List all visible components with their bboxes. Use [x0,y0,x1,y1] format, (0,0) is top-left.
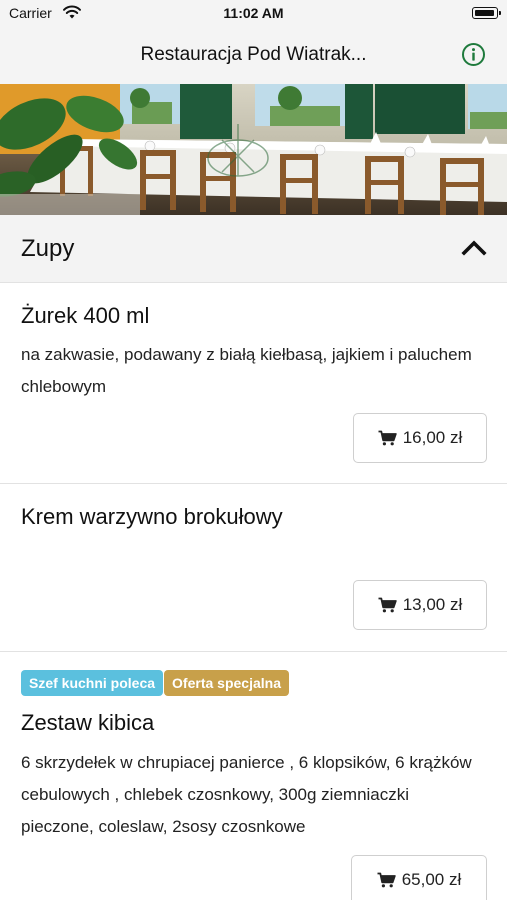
battery-icon [472,7,501,19]
menu-item-name: Żurek 400 ml [21,303,150,328]
menu-item-description: 6 skrzydełek w chrupiacej panierce , 6 k… [21,753,472,836]
menu-item[interactable]: Żurek 400 ml na zakwasie, podawany z bia… [0,283,507,484]
clock: 11:02 AM [223,5,284,21]
badge-group: Szef kuchni poleca Oferta specjalna [21,670,289,696]
special-offer-badge: Oferta specjalna [164,670,289,696]
chef-recommends-badge: Szef kuchni poleca [21,670,164,696]
menu-item-name: Krem warzywno brokułowy [21,504,283,529]
price-label: 65,00 zł [401,870,462,889]
menu-item-description: na zakwasie, podawany z białą kiełbasą, … [21,345,472,396]
chevron-up-icon[interactable] [461,237,487,257]
category-header-zupy[interactable]: Zupy [0,215,507,283]
status-bar: Carrier 11:02 AM [0,0,507,26]
menu-item-name: Zestaw kibica [21,710,155,735]
cart-icon [377,872,396,888]
page-title: Restauracja Pod Wiatrak... [140,44,367,65]
cart-icon [378,430,397,446]
restaurant-photo [0,84,507,215]
cart-icon [378,597,397,613]
info-icon[interactable] [461,42,486,67]
navigation-bar: Restauracja Pod Wiatrak... [0,26,507,84]
add-to-cart-button[interactable]: 16,00 zł [353,413,487,463]
menu-item[interactable]: Krem warzywno brokułowy 13,00 zł [0,484,507,652]
add-to-cart-button[interactable]: 65,00 zł [351,855,487,900]
category-title: Zupy [21,235,75,262]
add-to-cart-button[interactable]: 13,00 zł [353,580,487,630]
menu-item[interactable]: Szef kuchni poleca Oferta specjalna Zest… [0,652,507,900]
price-label: 13,00 zł [402,595,463,614]
price-label: 16,00 zł [402,428,463,447]
